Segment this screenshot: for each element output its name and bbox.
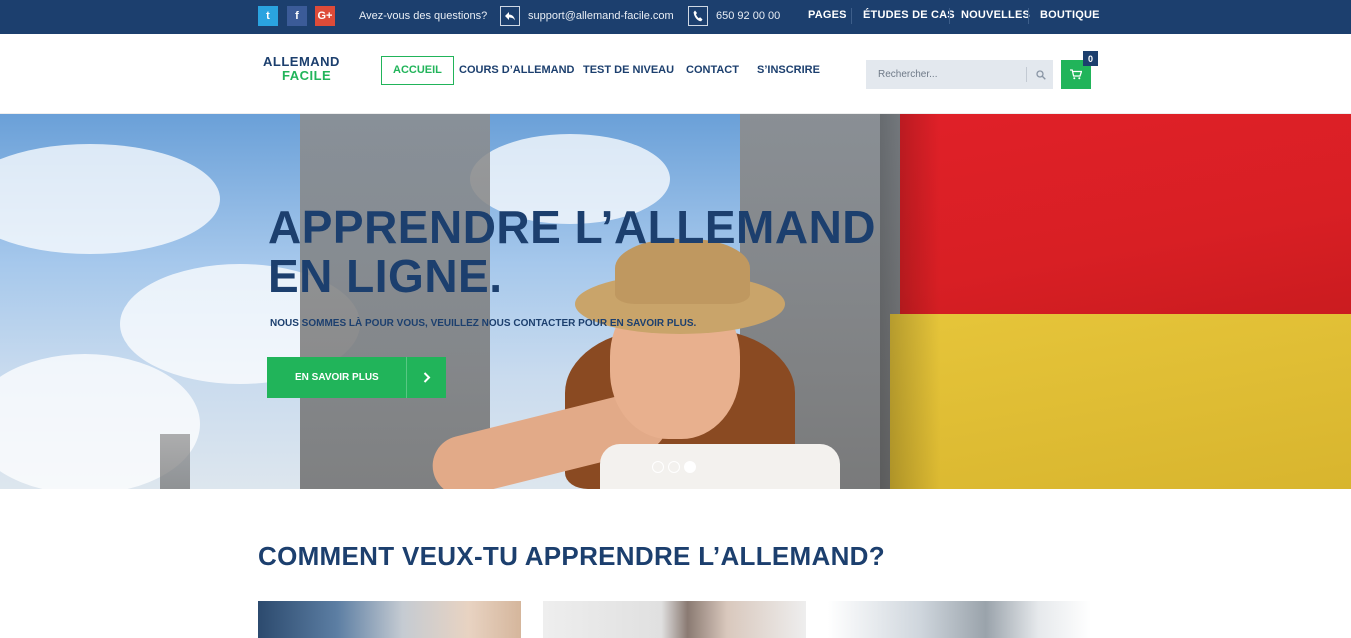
facebook-icon[interactable]: f [287, 6, 307, 26]
cart-count-badge: 0 [1083, 51, 1098, 66]
top-nav-news[interactable]: NOUVELLES [961, 9, 1030, 21]
phone-number[interactable]: 650 92 00 00 [716, 10, 780, 22]
hero-subtitle: NOUS SOMMES LÀ POUR VOUS, VEUILLEZ NOUS … [270, 318, 697, 329]
support-email-link[interactable]: support@allemand-facile.com [528, 10, 674, 22]
learn-more-label: EN SAVOIR PLUS [295, 372, 379, 383]
reply-icon [500, 6, 520, 26]
divider [851, 8, 852, 24]
course-card-image[interactable] [828, 601, 1091, 638]
spire [160, 434, 190, 489]
section-title: COMMENT VEUX-TU APPRENDRE L’ALLEMAND? [258, 541, 885, 571]
cart-icon [1070, 69, 1082, 80]
background-cloud [0, 144, 220, 254]
slider-dot-2[interactable] [668, 461, 680, 473]
search-input[interactable] [866, 60, 1024, 89]
top-nav-shop[interactable]: BOUTIQUE [1040, 9, 1100, 21]
nav-level-test[interactable]: TEST DE NIVEAU [583, 64, 674, 76]
hero-title-line-2: EN LIGNE. [268, 250, 503, 302]
nav-register[interactable]: S’INSCRIRE [757, 64, 820, 76]
phone-icon [688, 6, 708, 26]
divider [949, 8, 950, 24]
woman-shirt [600, 444, 840, 489]
logo-line-2: FACILE [282, 68, 332, 83]
questions-text: Avez-vous des questions? [359, 10, 488, 22]
flag-gold-stripe [890, 314, 1351, 489]
top-bar: t f G+ Avez-vous des questions? support@… [0, 0, 1351, 34]
search-box [866, 60, 1053, 89]
nav-german-courses[interactable]: COURS D’ALLEMAND [459, 64, 575, 76]
divider [1028, 8, 1029, 24]
google-plus-icon[interactable]: G+ [315, 6, 335, 26]
top-nav-pages[interactable]: PAGES [808, 9, 847, 21]
search-icon[interactable] [1028, 60, 1053, 89]
main-header: ALLEMAND FACILE ACCUEIL COURS D’ALLEMAND… [0, 34, 1351, 114]
learn-more-button[interactable]: EN SAVOIR PLUS [267, 357, 446, 398]
course-card-image[interactable] [543, 601, 806, 638]
twitter-icon[interactable]: t [258, 6, 278, 26]
course-card-image[interactable] [258, 601, 521, 638]
top-nav-case-studies[interactable]: ÉTUDES DE CAS [863, 9, 955, 21]
logo-line-1: ALLEMAND [263, 54, 340, 69]
nav-home[interactable]: ACCUEIL [381, 56, 454, 85]
hero-title-line-1: APPRENDRE L’ALLEMAND [268, 201, 877, 253]
chevron-right-icon [406, 357, 446, 398]
divider [1026, 67, 1027, 82]
slider-dot-3[interactable] [684, 461, 696, 473]
hero-slider: APPRENDRE L’ALLEMAND EN LIGNE. NOUS SOMM… [0, 114, 1351, 489]
slider-dot-1[interactable] [652, 461, 664, 473]
flag-shadow [880, 114, 940, 489]
flag-red-stripe [900, 114, 1351, 324]
nav-contact[interactable]: CONTACT [686, 64, 739, 76]
